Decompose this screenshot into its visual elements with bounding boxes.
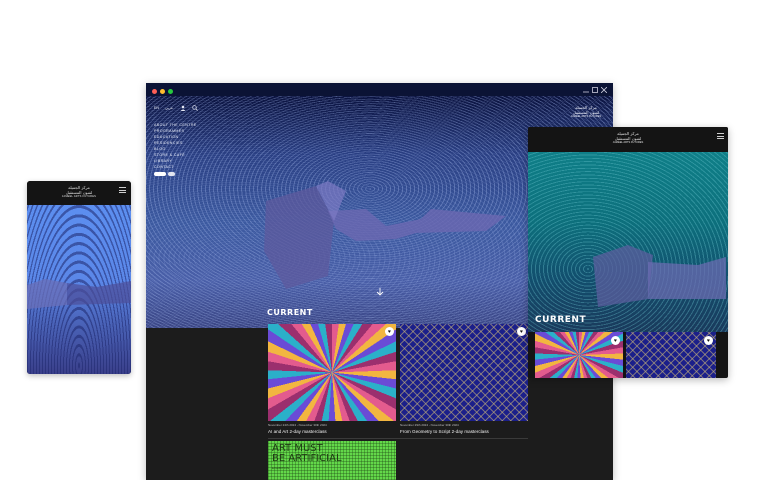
lang-en[interactable]: EN — [154, 106, 159, 110]
building-shape — [593, 245, 726, 307]
heart-icon[interactable]: ♥ — [517, 327, 526, 336]
maximize-icon[interactable] — [592, 87, 598, 93]
poster-subtitle: EXHIBITION — [272, 466, 290, 470]
mobile-header: مركز الجميلة لفنون المستقبل JAMEEL ARTS … — [27, 181, 131, 205]
nav-item-store[interactable]: STORE & CAFÉ — [154, 153, 185, 157]
card-date: November 24th 2024 - November 30th 2024 — [268, 423, 327, 427]
logo-name: JAMEEL ARTS FUTURES — [61, 195, 97, 198]
nav-pill-2[interactable] — [168, 172, 175, 176]
tablet-mockup: مركز الجميلة لفنون المستقبل JAMEEL ARTS … — [528, 127, 728, 378]
building-shape — [27, 279, 131, 309]
section-title-current: CURRENT — [535, 315, 587, 325]
hamburger-icon[interactable] — [119, 186, 126, 194]
nav-item-contact[interactable]: CONTACT — [154, 165, 174, 169]
building-shape — [264, 181, 506, 289]
poster-text-2: BE ARTIFICIAL — [272, 453, 342, 464]
heart-icon[interactable]: ♥ — [611, 336, 620, 345]
mobile-hero-image — [27, 205, 131, 374]
card-image-geometry[interactable] — [400, 324, 528, 421]
card-image-ai-art[interactable] — [268, 324, 396, 421]
maximize-window-dot[interactable] — [168, 89, 173, 94]
logo-name: JAMEEL ARTS FUTURES — [612, 141, 644, 144]
card-image-ai-art[interactable] — [535, 332, 623, 378]
search-icon[interactable] — [192, 105, 198, 111]
nav-item-programmes[interactable]: PROGRAMMES — [154, 129, 184, 133]
section-title-current: CURRENT — [267, 308, 313, 317]
heart-icon[interactable]: ♥ — [385, 327, 394, 336]
arrow-down-icon[interactable] — [376, 288, 384, 296]
nav-item-library[interactable]: LIBRARY — [154, 159, 172, 163]
nav-pill-1[interactable] — [154, 172, 166, 176]
card-image-geometry[interactable] — [626, 332, 716, 378]
user-icon[interactable] — [180, 105, 186, 111]
hamburger-icon[interactable] — [717, 132, 724, 140]
mobile-mockup: مركز الجميلة لفنون المستقبل JAMEEL ARTS … — [27, 181, 131, 374]
mobile-logo[interactable]: مركز الجميلة لفنون المستقبل JAMEEL ARTS … — [59, 185, 99, 199]
nav-item-residencies[interactable]: RESIDENCIES — [154, 141, 183, 145]
window-titlebar — [146, 83, 613, 96]
lang-ar[interactable]: عربي — [165, 106, 173, 110]
logo-name: JAMEEL ARTS FUTURES — [570, 115, 602, 118]
heart-icon[interactable]: ♥ — [704, 336, 713, 345]
minimize-window-dot[interactable] — [160, 89, 165, 94]
tablet-hero: CURRENT — [528, 152, 728, 332]
card-title[interactable]: AI and Art 2-day masterclass — [268, 429, 327, 434]
card-divider — [268, 438, 528, 439]
tablet-logo[interactable]: مركز الجميلة لفنون المستقبل JAMEEL ARTS … — [608, 131, 648, 145]
language-switch: EN عربي — [154, 106, 173, 110]
minimize-icon[interactable] — [583, 87, 589, 93]
nav-item-blog[interactable]: BLOG — [154, 147, 166, 151]
card-title[interactable]: From Geometry to Script 2-day masterclas… — [400, 429, 489, 434]
card-image-poster[interactable]: ART MUST BE ARTIFICIAL EXHIBITION — [268, 441, 396, 480]
nav-item-education[interactable]: EDUCATION — [154, 135, 179, 139]
close-window-dot[interactable] — [152, 89, 157, 94]
card-date: November 29th 2024 - November 30th 2024 — [400, 423, 459, 427]
nav-item-about[interactable]: ABOUT THE CENTRE — [154, 123, 197, 127]
desktop-logo[interactable]: مركز الجميلة لفنون المستقبل JAMEEL ARTS … — [566, 105, 606, 119]
tablet-header: مركز الجميلة لفنون المستقبل JAMEEL ARTS … — [528, 127, 728, 152]
close-icon[interactable] — [601, 87, 607, 93]
